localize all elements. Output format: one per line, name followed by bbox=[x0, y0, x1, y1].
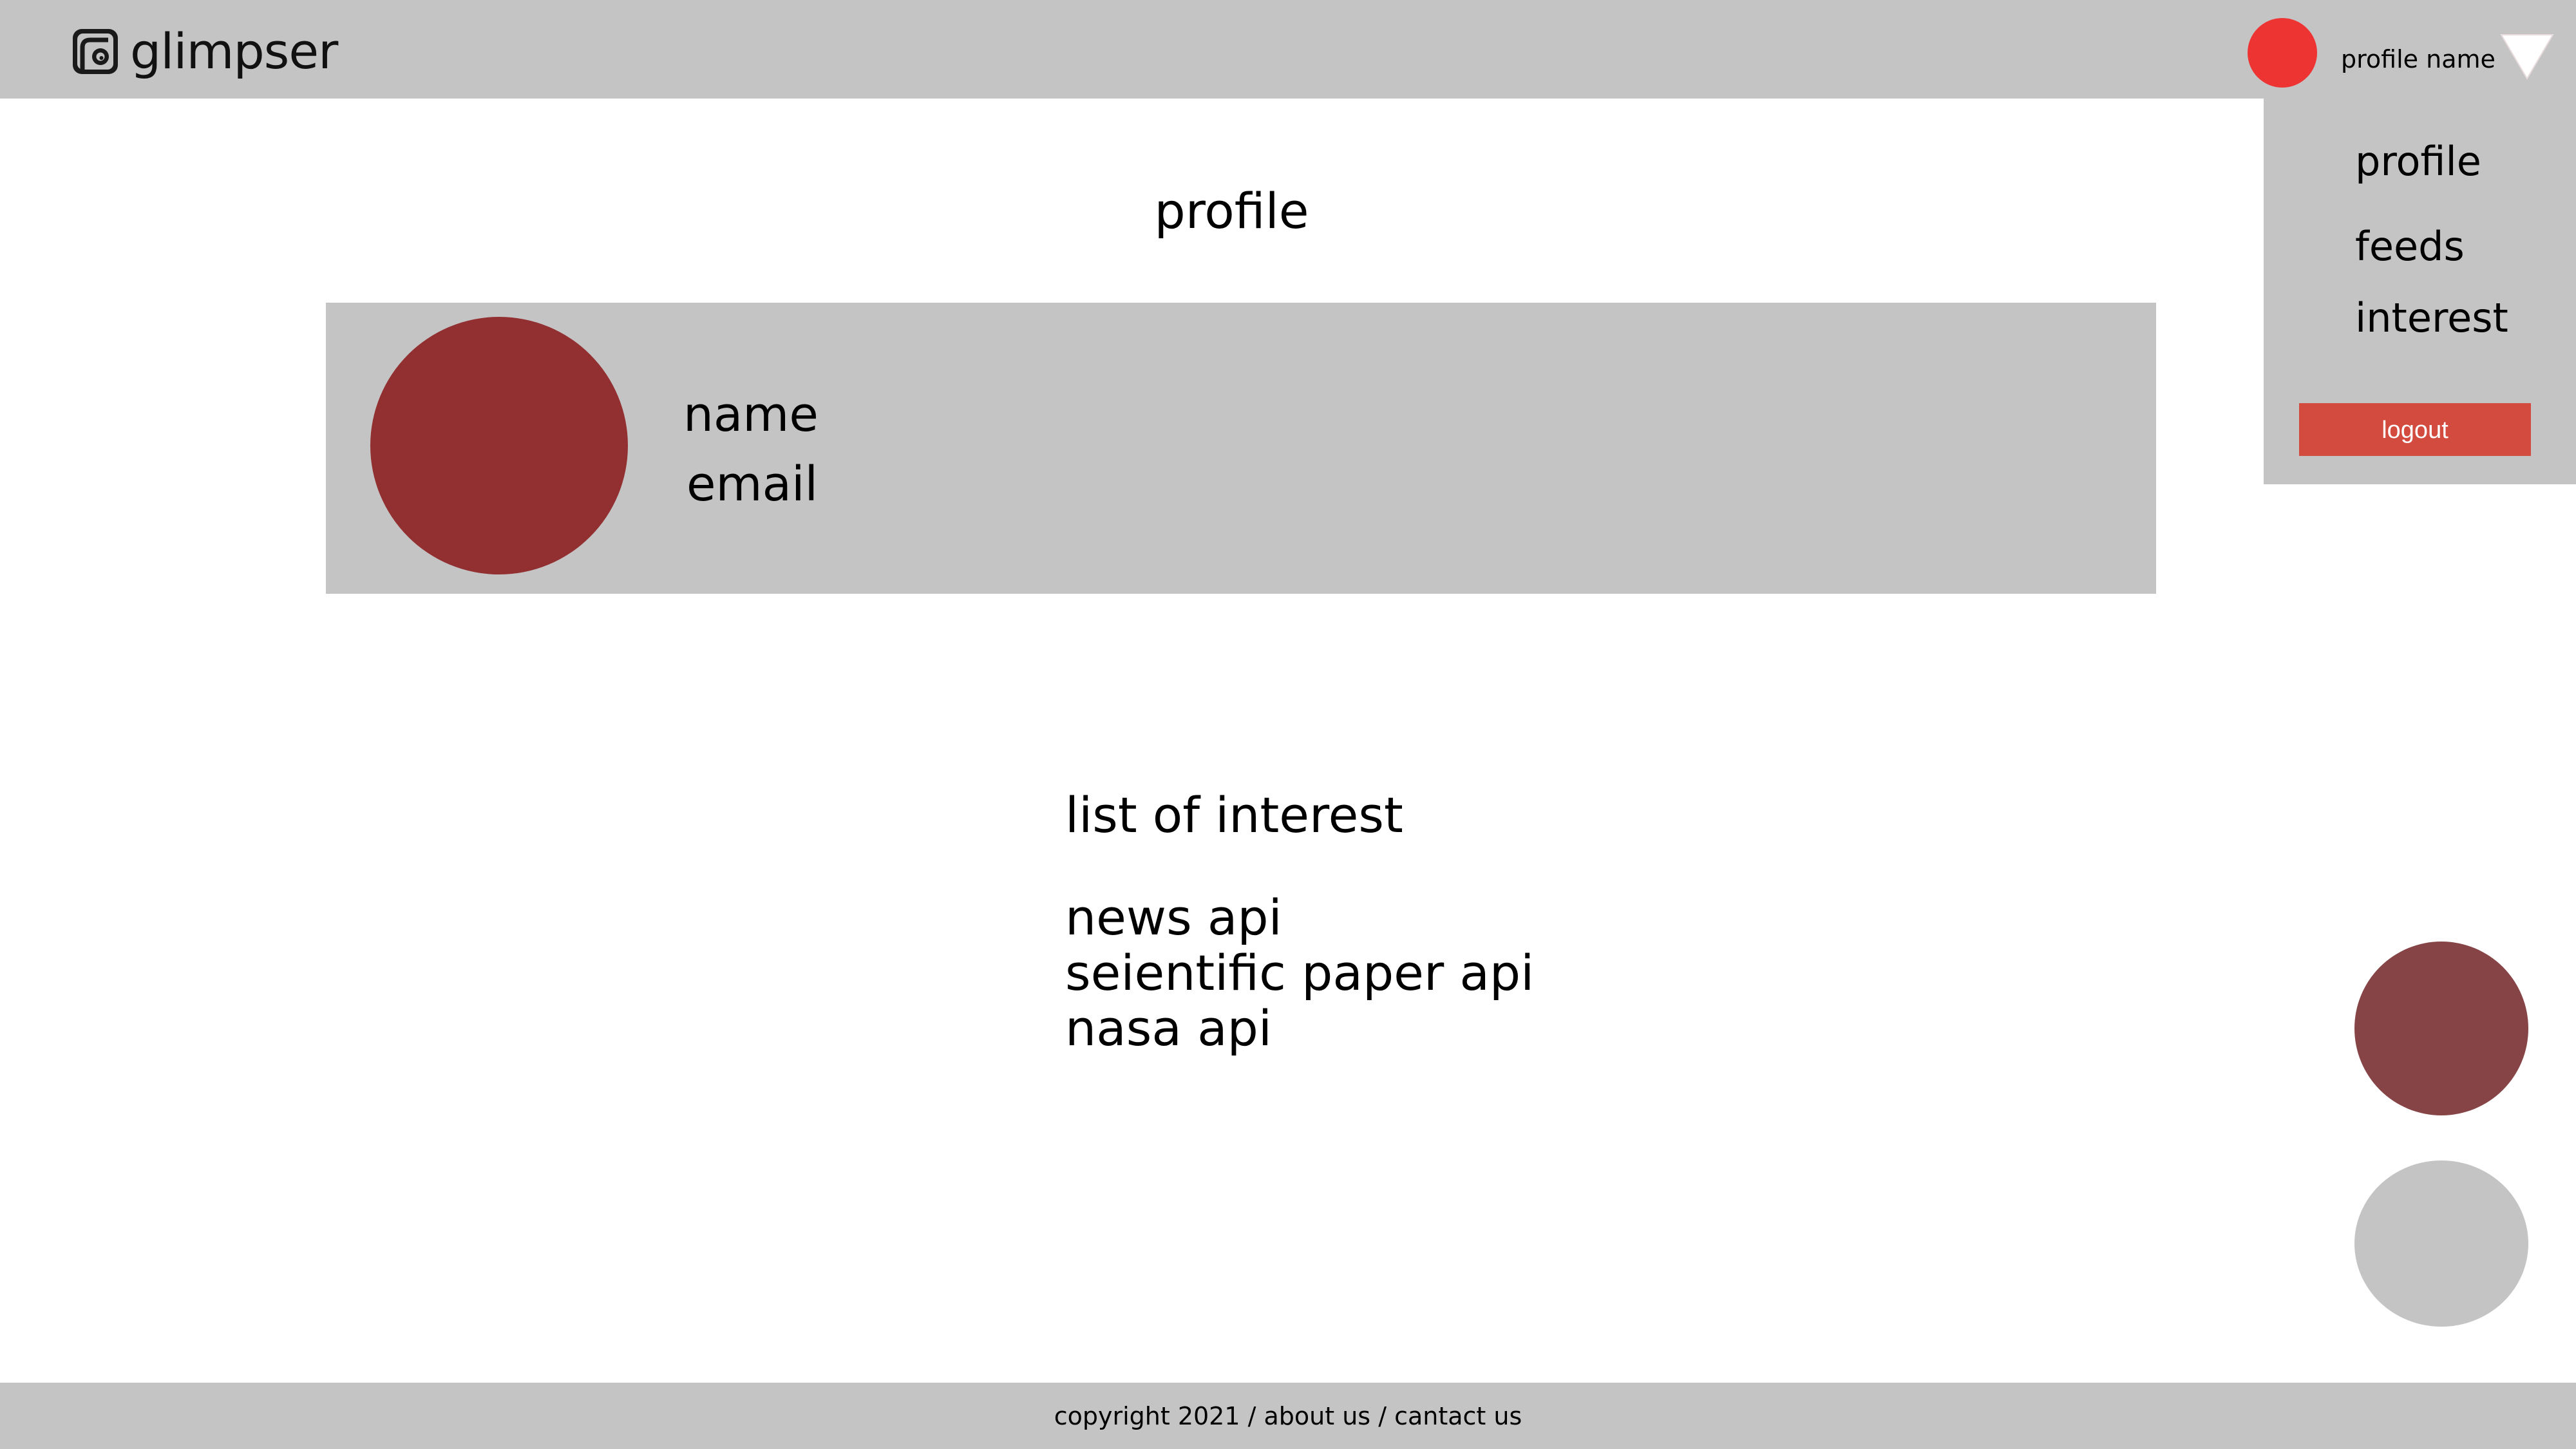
page: glimpser profile name profile feeds inte… bbox=[0, 0, 2576, 1449]
profile-name-label: name bbox=[683, 387, 819, 442]
interest-list: news api seientific paper api nasa api bbox=[1065, 890, 1534, 1056]
profile-card: name email bbox=[326, 303, 2156, 594]
interests-title: list of interest bbox=[1065, 786, 1403, 844]
dropdown-triangle-icon[interactable] bbox=[2500, 33, 2554, 80]
menu-item-interest[interactable]: interest bbox=[2355, 294, 2508, 342]
interest-item: news api bbox=[1065, 889, 1282, 946]
about-us-link[interactable]: about us bbox=[1264, 1402, 1371, 1430]
top-header-bar: glimpser profile name bbox=[0, 0, 2576, 99]
footer-text: copyright 2021 / about us / cantact us bbox=[1054, 1402, 1522, 1430]
app-name: glimpser bbox=[130, 23, 338, 80]
floating-action-button-primary[interactable] bbox=[2354, 942, 2528, 1115]
interests-section: list of interest news api seientific pap… bbox=[1065, 786, 1534, 1056]
menu-item-feeds[interactable]: feeds bbox=[2355, 223, 2465, 270]
interest-item: seientific paper api bbox=[1065, 944, 1535, 1001]
profile-avatar[interactable] bbox=[370, 317, 628, 574]
footer-separator: / bbox=[1370, 1402, 1395, 1430]
interest-item: nasa api bbox=[1065, 999, 1272, 1057]
camera-logo-icon bbox=[73, 29, 118, 74]
footer-separator: / bbox=[1240, 1402, 1264, 1430]
menu-item-profile[interactable]: profile bbox=[2355, 138, 2481, 185]
copyright-text: copyright 2021 bbox=[1054, 1402, 1240, 1430]
profile-email-label: email bbox=[687, 457, 819, 512]
user-avatar[interactable] bbox=[2248, 18, 2317, 88]
logout-button[interactable]: logout bbox=[2299, 403, 2531, 456]
footer: copyright 2021 / about us / cantact us bbox=[0, 1383, 2576, 1449]
profile-dropdown-menu: profile feeds interest logout bbox=[2264, 99, 2576, 484]
page-title: profile bbox=[1154, 182, 1309, 240]
floating-action-button-secondary[interactable] bbox=[2354, 1160, 2528, 1327]
contact-us-link[interactable]: cantact us bbox=[1394, 1402, 1522, 1430]
app-logo[interactable]: glimpser bbox=[71, 23, 338, 80]
profile-name[interactable]: profile name bbox=[2341, 45, 2496, 73]
